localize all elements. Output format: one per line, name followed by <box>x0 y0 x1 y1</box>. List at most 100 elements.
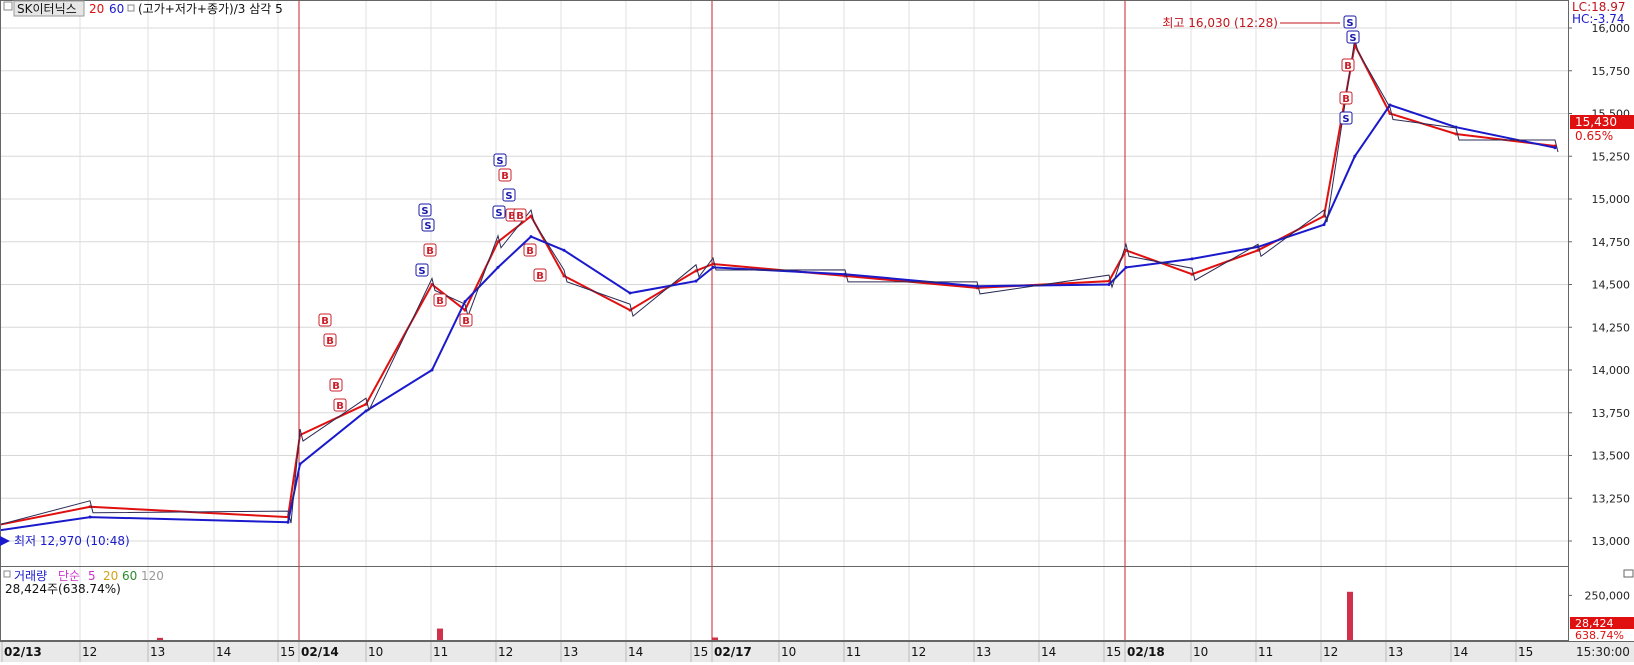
buy-marker: B <box>1341 58 1355 72</box>
time-tick-label: 13 <box>1388 645 1403 659</box>
marker-letter: S <box>421 206 428 217</box>
ma-20-label: 20 <box>89 2 104 16</box>
volume-toggle-icon[interactable] <box>3 570 11 578</box>
buy-marker: B <box>513 208 527 222</box>
marker-letter: S <box>1349 33 1356 44</box>
vol-ma-120: 120 <box>141 569 164 583</box>
marker-letter: S <box>424 221 431 232</box>
time-tick-label: 12 <box>498 645 513 659</box>
marker-letter: B <box>526 246 534 257</box>
price-tick-label: 13,500 <box>1592 450 1631 463</box>
ma-60-point <box>88 515 92 519</box>
high-annotation: 최고 16,030 (12:28) <box>1162 16 1278 30</box>
volume-bars <box>157 591 1353 640</box>
time-tick-label: 14 <box>1453 645 1468 659</box>
buy-sell-markers: BBBBSSSBBBSBSS B BBBSSBBS <box>318 15 1360 412</box>
marker-letter: B <box>1344 61 1352 72</box>
volume-bar <box>1347 591 1353 640</box>
buy-marker: B <box>498 168 512 182</box>
time-axis-end: 15:30:00 <box>1576 645 1630 659</box>
price-header: SK이터닉스 20 60 (고가+저가+종가)/3 삼각 5 <box>3 0 283 17</box>
sell-marker: S <box>1346 30 1360 44</box>
marker-letter: B <box>536 271 544 282</box>
price-tick-label: 15,750 <box>1592 65 1631 78</box>
low-arrow-icon <box>0 536 10 546</box>
time-tick-label: 13 <box>563 645 578 659</box>
formula-label: (고가+저가+종가)/3 삼각 5 <box>138 2 283 16</box>
buy-marker: B <box>459 313 473 327</box>
ma-60-point <box>711 265 715 269</box>
vol-ma-5: 5 <box>88 569 96 583</box>
volume-ma-type: 단순 <box>58 569 80 583</box>
ma-60-point <box>1190 257 1194 261</box>
ma-60-point <box>529 235 533 239</box>
sell-marker: S <box>415 263 429 277</box>
buy-marker: B <box>329 378 343 392</box>
volume-y-axis: 250,000 <box>1568 589 1630 602</box>
marker-letter: S <box>1342 114 1349 125</box>
time-tick-label: 12 <box>82 645 97 659</box>
time-tick-label: 14 <box>216 645 231 659</box>
volume-badge-pct: 638.74% <box>1575 629 1624 642</box>
time-tick-label: 15 <box>280 645 295 659</box>
time-tick-label: 13 <box>150 645 165 659</box>
change-badge-value: 0.65% <box>1575 129 1613 143</box>
ma-60-label: 60 <box>109 2 124 16</box>
ma-60-point <box>1322 223 1326 227</box>
marker-letter: B <box>1342 94 1350 105</box>
time-tick-label: 13 <box>976 645 991 659</box>
buy-marker: B <box>333 398 347 412</box>
ma-60-point <box>1107 283 1111 286</box>
marker-letter: S <box>496 156 503 167</box>
buy-marker: B <box>318 313 332 327</box>
chart-canvas[interactable]: BBBBSSSBBBSBSS B BBBSSBBS 16,00015,75015,5… <box>0 0 1634 662</box>
price-tick-label: 14,250 <box>1592 321 1631 334</box>
volume-title: 거래량 <box>14 569 47 583</box>
price-tick-label: 14,750 <box>1592 236 1631 249</box>
marker-letter: B <box>332 381 340 392</box>
volume-pane-menu-icon[interactable] <box>1623 569 1634 578</box>
marker-letter: B <box>436 296 444 307</box>
ma-60-point <box>463 300 467 304</box>
sell-marker: S <box>1343 15 1357 29</box>
hc-label: HC:-3.74 <box>1572 12 1625 26</box>
pane-toggle-icon[interactable] <box>3 1 13 11</box>
price-tick-label: 14,500 <box>1592 279 1631 292</box>
ma-60-point <box>496 265 500 269</box>
time-tick-label: 11 <box>1258 645 1273 659</box>
time-tick-label: 14 <box>628 645 643 659</box>
buy-marker: B <box>1339 91 1353 105</box>
price-tick-label: 14,000 <box>1592 364 1631 377</box>
ma-60-point <box>562 248 566 252</box>
volume-bar <box>437 628 443 640</box>
buy-marker: B <box>533 268 547 282</box>
marker-letter: B <box>462 316 470 327</box>
time-tick-label: 11 <box>846 645 861 659</box>
marker-letter: B <box>426 246 434 257</box>
low-annotation: 최저 12,970 (10:48) <box>14 534 130 548</box>
time-tick-label: 02/14 <box>301 645 339 659</box>
time-tick-label: 02/13 <box>4 645 42 659</box>
time-tick-label: 10 <box>1193 645 1208 659</box>
price-badge-value: 15,430 <box>1575 115 1617 129</box>
marker-letter: B <box>326 336 334 347</box>
buy-marker: B <box>423 243 437 257</box>
time-tick-label: 02/17 <box>714 645 752 659</box>
price-tick-label: 15,000 <box>1592 193 1631 206</box>
sell-marker: S <box>1339 111 1353 125</box>
time-tick-label: 15 <box>1106 645 1121 659</box>
sell-marker: S <box>421 218 435 232</box>
marker-letter: B <box>516 211 524 222</box>
session-dividers <box>298 0 1126 662</box>
volume-value: 28,424주(638.74%) <box>5 582 121 596</box>
marker-letter: S <box>505 191 512 202</box>
volume-header: 거래량 단순 5 20 60 120 28,424주(638.74%) <box>3 569 164 596</box>
ma-60-point <box>298 462 302 466</box>
marker-letter: S <box>495 208 502 219</box>
volume-pane-frame <box>0 566 1569 641</box>
symbol-name: SK이터닉스 <box>17 2 77 16</box>
stock-chart[interactable]: BBBBSSSBBBSBSSBBBBSSBBS 16,000 15,750 15,5… <box>0 0 1634 662</box>
ma-60-point <box>628 291 632 295</box>
ma-60-point <box>286 520 290 524</box>
indicator-toggle-icon[interactable] <box>127 4 135 12</box>
